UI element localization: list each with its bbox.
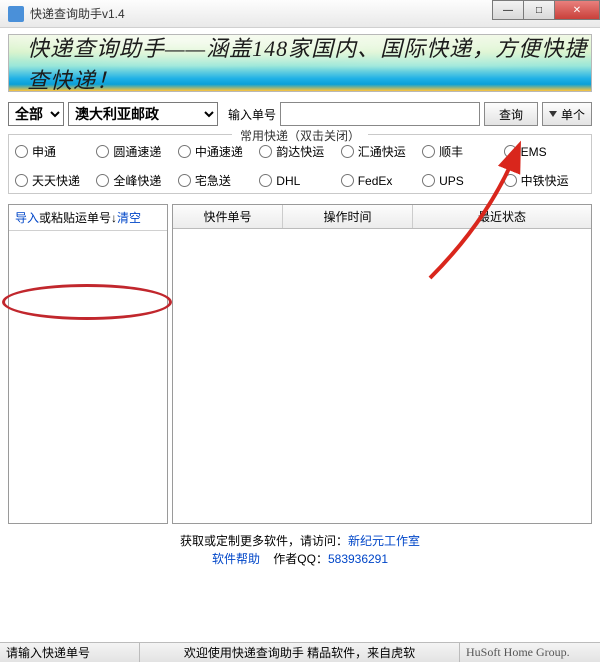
courier-radio-input[interactable] xyxy=(178,174,191,187)
query-button[interactable]: 查询 xyxy=(484,102,538,126)
results-header: 快件单号 操作时间 最近状态 xyxy=(173,205,591,229)
courier-radio[interactable]: FedEx xyxy=(341,172,422,189)
category-select[interactable]: 全部 xyxy=(8,102,64,126)
col-status: 最近状态 xyxy=(413,205,591,228)
courier-radio-input[interactable] xyxy=(422,145,435,158)
common-legend: 常用快递（双击关闭） xyxy=(232,127,368,144)
courier-radio-label: EMS xyxy=(521,145,547,159)
left-mid-text: 或粘贴运单号↓ xyxy=(39,211,117,225)
status-center: 欢迎使用快递查询助手 精品软件，来自虎软 xyxy=(140,643,460,662)
qq-link[interactable]: 583936291 xyxy=(328,552,388,566)
courier-radio[interactable]: 韵达快运 xyxy=(259,143,340,160)
courier-radio-input[interactable] xyxy=(259,174,272,187)
courier-radio[interactable]: DHL xyxy=(259,172,340,189)
banner-text: 快递查询助手——涵盖148家国内、国际快递，方便快捷查快递！ xyxy=(27,34,591,92)
footer-links: 获取或定制更多软件，请访问：新纪元工作室 软件帮助 作者QQ：583936291 xyxy=(8,532,592,568)
courier-radio-input[interactable] xyxy=(96,145,109,158)
courier-radio-input[interactable] xyxy=(422,174,435,187)
courier-radio[interactable]: 中通速递 xyxy=(178,143,259,160)
triangle-down-icon xyxy=(549,111,557,117)
col-tracking: 快件单号 xyxy=(173,205,283,228)
studio-link[interactable]: 新纪元工作室 xyxy=(348,534,420,548)
courier-radio-label: 顺丰 xyxy=(439,143,463,160)
courier-radio-label: 汇通快运 xyxy=(358,143,406,160)
app-icon xyxy=(8,6,24,22)
status-group: HuSoft Home Group. xyxy=(460,643,600,662)
courier-radio-label: FedEx xyxy=(358,174,393,188)
courier-radio-label: 申通 xyxy=(32,143,56,160)
courier-radio[interactable]: 汇通快运 xyxy=(341,143,422,160)
results-panel: 快件单号 操作时间 最近状态 xyxy=(172,204,592,524)
col-time: 操作时间 xyxy=(283,205,413,228)
import-link[interactable]: 导入 xyxy=(15,211,39,225)
minimize-button[interactable]: — xyxy=(492,0,524,20)
courier-radio-label: 全峰快递 xyxy=(113,172,161,189)
courier-radio-input[interactable] xyxy=(15,174,28,187)
courier-radio-label: DHL xyxy=(276,174,300,188)
single-toggle[interactable]: 单个 xyxy=(542,102,592,126)
courier-radio-input[interactable] xyxy=(341,174,354,187)
help-link[interactable]: 软件帮助 xyxy=(212,552,260,566)
courier-radio-input[interactable] xyxy=(15,145,28,158)
courier-radio-input[interactable] xyxy=(96,174,109,187)
common-couriers-group: 常用快递（双击关闭） 申通圆通速递中通速递韵达快运汇通快运顺丰EMS天天快递全峰… xyxy=(8,134,592,194)
tracking-list-area[interactable] xyxy=(9,231,167,523)
company-select[interactable]: 澳大利亚邮政 xyxy=(68,102,218,126)
courier-radio-label: 中通速递 xyxy=(195,143,243,160)
courier-radio-label: 宅急送 xyxy=(195,172,231,189)
courier-radio[interactable]: 中铁快运 xyxy=(504,172,585,189)
courier-radio[interactable]: 全峰快递 xyxy=(96,172,177,189)
results-body[interactable] xyxy=(173,229,591,523)
author-label: 作者QQ： xyxy=(273,552,328,566)
courier-radio[interactable]: UPS xyxy=(422,172,503,189)
statusbar: 请输入快递单号 欢迎使用快递查询助手 精品软件，来自虎软 HuSoft Home… xyxy=(0,642,600,662)
courier-radio-label: 韵达快运 xyxy=(276,143,324,160)
window-title: 快递查询助手v1.4 xyxy=(30,5,125,22)
courier-radio-input[interactable] xyxy=(178,145,191,158)
left-panel-header: 导入或粘贴运单号↓清空 xyxy=(9,205,167,231)
courier-radio-label: 天天快递 xyxy=(32,172,80,189)
banner: 快递查询助手——涵盖148家国内、国际快递，方便快捷查快递！ xyxy=(8,34,592,92)
courier-radio[interactable]: 天天快递 xyxy=(15,172,96,189)
courier-radio-input[interactable] xyxy=(341,145,354,158)
footer-prefix: 获取或定制更多软件，请访问： xyxy=(180,534,348,548)
left-panel: 导入或粘贴运单号↓清空 xyxy=(8,204,168,524)
courier-radio-label: 中铁快运 xyxy=(521,172,569,189)
clear-link[interactable]: 清空 xyxy=(117,211,141,225)
close-button[interactable]: ✕ xyxy=(554,0,600,20)
tracking-input[interactable] xyxy=(280,102,480,126)
courier-radio[interactable]: EMS xyxy=(504,143,585,160)
courier-radio-label: 圆通速递 xyxy=(113,143,161,160)
courier-radio[interactable]: 圆通速递 xyxy=(96,143,177,160)
courier-radio-input[interactable] xyxy=(504,174,517,187)
courier-radio[interactable]: 申通 xyxy=(15,143,96,160)
maximize-button[interactable]: □ xyxy=(523,0,555,20)
input-label: 输入单号 xyxy=(228,106,276,123)
titlebar: 快递查询助手v1.4 — □ ✕ xyxy=(0,0,600,28)
courier-radio-label: UPS xyxy=(439,174,464,188)
single-toggle-label: 单个 xyxy=(561,106,585,123)
courier-radio-input[interactable] xyxy=(259,145,272,158)
courier-radio-input[interactable] xyxy=(504,145,517,158)
status-hint: 请输入快递单号 xyxy=(0,643,140,662)
courier-radio[interactable]: 宅急送 xyxy=(178,172,259,189)
search-row: 全部 澳大利亚邮政 输入单号 查询 单个 xyxy=(8,102,592,126)
courier-radio[interactable]: 顺丰 xyxy=(422,143,503,160)
